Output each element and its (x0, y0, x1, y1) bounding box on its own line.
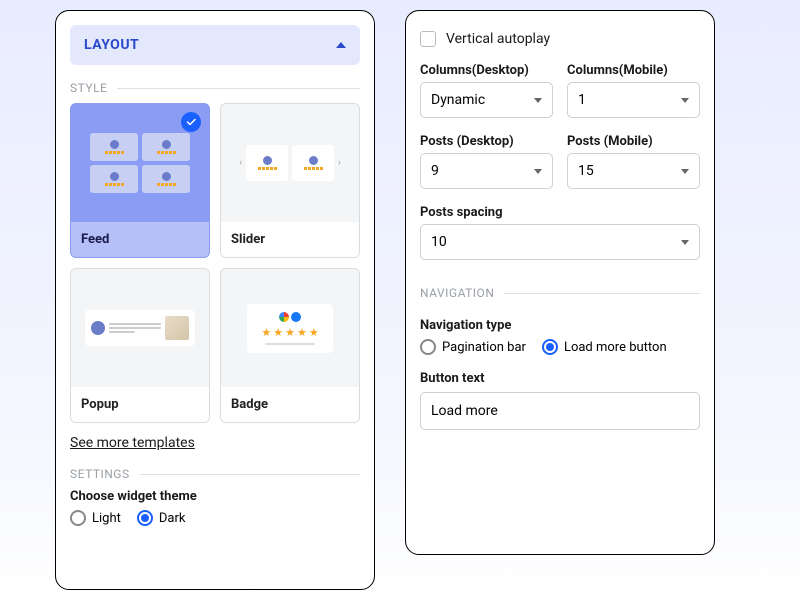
radio-icon (542, 339, 558, 355)
cols-desktop-label: Columns(Desktop) (420, 63, 553, 78)
accordion-title: LAYOUT (84, 37, 139, 53)
radio-icon (70, 510, 86, 526)
radio-label: Light (92, 511, 121, 526)
card-label-badge: Badge (221, 387, 359, 422)
badge-thumbnail: ★★★★★ (221, 269, 359, 387)
spacing-select[interactable]: 10 (420, 224, 700, 260)
button-text-input[interactable] (420, 392, 700, 430)
template-card-slider[interactable]: ‹ › Slider (220, 103, 360, 258)
nav-option-pagination[interactable]: Pagination bar (420, 339, 526, 355)
spacing-label: Posts spacing (420, 205, 700, 220)
select-value: 1 (578, 92, 586, 108)
chevron-left-icon: ‹ (239, 158, 242, 168)
template-card-feed[interactable]: Feed (70, 103, 210, 258)
posts-desktop-select[interactable]: 9 (420, 153, 553, 189)
select-value: 10 (431, 234, 447, 250)
facebook-icon (291, 312, 301, 322)
style-section-label: STYLE (70, 81, 360, 95)
slider-thumbnail: ‹ › (221, 104, 359, 222)
chevron-right-icon: › (338, 158, 341, 168)
card-label-slider: Slider (221, 222, 359, 257)
chevron-down-icon (681, 169, 689, 174)
radio-label: Load more button (564, 340, 667, 355)
template-card-badge[interactable]: ★★★★★ Badge (220, 268, 360, 423)
select-value: 15 (578, 163, 594, 179)
checkmark-icon (181, 112, 201, 132)
popup-thumbnail (71, 269, 209, 387)
posts-desktop-label: Posts (Desktop) (420, 134, 553, 149)
cols-mobile-label: Columns(Mobile) (567, 63, 700, 78)
see-more-link[interactable]: See more templates (70, 435, 195, 451)
autoplay-label: Vertical autoplay (446, 31, 550, 47)
chevron-down-icon (534, 169, 542, 174)
chevron-up-icon (336, 42, 346, 48)
feed-thumbnail (71, 104, 209, 222)
theme-option-light[interactable]: Light (70, 510, 121, 526)
radio-label: Pagination bar (442, 340, 526, 355)
google-icon (279, 312, 289, 322)
card-label-popup: Popup (71, 387, 209, 422)
select-value: 9 (431, 163, 439, 179)
navigation-section-label: NAVIGATION (420, 286, 700, 300)
posts-mobile-label: Posts (Mobile) (567, 134, 700, 149)
layout-accordion[interactable]: LAYOUT (70, 25, 360, 65)
theme-option-dark[interactable]: Dark (137, 510, 186, 526)
layout-panel: LAYOUT STYLE Feed ‹ (55, 10, 375, 590)
settings-panel: Vertical autoplay Columns(Desktop) Dynam… (405, 10, 715, 555)
button-text-label: Button text (420, 371, 700, 386)
template-grid: Feed ‹ › Slider Popup (70, 103, 360, 423)
cols-mobile-select[interactable]: 1 (567, 82, 700, 118)
theme-label: Choose widget theme (70, 489, 360, 504)
chevron-down-icon (681, 240, 689, 245)
radio-label: Dark (159, 511, 186, 526)
settings-section-label: SETTINGS (70, 467, 360, 481)
checkbox-icon (420, 31, 436, 47)
chevron-down-icon (681, 98, 689, 103)
chevron-down-icon (534, 98, 542, 103)
cols-desktop-select[interactable]: Dynamic (420, 82, 553, 118)
radio-icon (137, 510, 153, 526)
theme-radio-group: Light Dark (70, 510, 360, 526)
nav-type-group: Pagination bar Load more button (420, 339, 700, 355)
nav-type-label: Navigation type (420, 318, 700, 333)
template-card-popup[interactable]: Popup (70, 268, 210, 423)
radio-icon (420, 339, 436, 355)
nav-option-loadmore[interactable]: Load more button (542, 339, 667, 355)
autoplay-checkbox[interactable]: Vertical autoplay (420, 31, 700, 47)
card-label-feed: Feed (71, 222, 209, 257)
posts-mobile-select[interactable]: 15 (567, 153, 700, 189)
select-value: Dynamic (431, 92, 485, 108)
